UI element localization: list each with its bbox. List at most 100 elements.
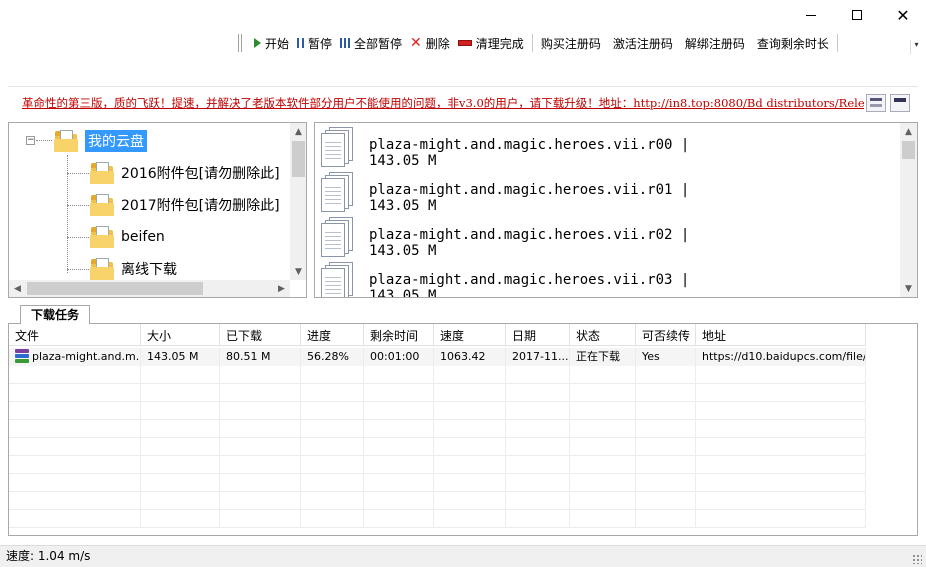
unbind-code-button[interactable]: 解绑注册码 [681,33,749,53]
column-header-size[interactable]: 大小 [141,324,220,346]
tree-vertical-scrollbar[interactable]: ▲ ▼ [290,123,306,280]
file-list-scrollbar[interactable]: ▲ ▼ [900,123,917,297]
empty-table-row [9,510,866,528]
grid-header: 文件 大小 已下载 进度 剩余时间 速度 日期 状态 可否续传 地址 [9,324,866,346]
tree-item-label: beifen [121,229,165,245]
empty-cell [364,402,434,420]
resize-grip-icon[interactable] [912,554,922,564]
scroll-up-icon[interactable]: ▲ [290,123,306,140]
empty-cell [141,384,220,402]
scroll-left-icon[interactable]: ◀ [9,280,26,297]
empty-cell [220,510,301,528]
file-list[interactable]: plaza-might.and.magic.heroes.vii.r00 | 14… [314,122,918,298]
column-header-url[interactable]: 地址 [696,324,866,346]
cell-status: 正在下载 [570,348,636,366]
list-item[interactable]: plaza-might.and.magic.heroes.vii.r01 | 14… [321,172,689,216]
column-header-progress[interactable]: 进度 [301,324,364,346]
clear-icon [457,40,472,46]
toolbar-grip[interactable] [238,34,242,52]
empty-cell [9,456,141,474]
list-item[interactable]: plaza-might.and.magic.heroes.vii.r03 | 14… [321,262,690,297]
speed-status: 速度: 1.04 m/s [6,549,91,563]
empty-cell [570,438,636,456]
empty-cell [636,492,696,510]
column-header-resumable[interactable]: 可否续传 [636,324,696,346]
empty-cell [220,384,301,402]
tree-item-root[interactable]: 我的云盘 [53,125,147,157]
document-icon [321,172,357,212]
file-size: 143.05 M [369,243,437,259]
tree-item-beifen[interactable]: beifen [89,221,165,253]
empty-cell [570,456,636,474]
folder-tree[interactable]: − 我的云盘 2016附件包[请勿删除此] 2017附件包[请勿删除此] bei… [8,122,307,298]
empty-cell [364,510,434,528]
empty-cell [364,366,434,384]
pause-icon [297,38,305,48]
empty-cell [570,510,636,528]
table-row[interactable]: plaza-might.and.m... 143.05 M 80.51 M 56… [9,348,866,366]
scroll-down-icon[interactable]: ▼ [290,263,306,280]
empty-cell [301,492,364,510]
notice-tool-button-2[interactable] [890,94,910,112]
delete-button[interactable]: ✕ 删除 [406,33,454,53]
tree-item-2017[interactable]: 2017附件包[请勿删除此] [89,189,280,221]
download-grid[interactable]: 文件 大小 已下载 进度 剩余时间 速度 日期 状态 可否续传 地址 plaza… [8,324,918,536]
scroll-right-icon[interactable]: ▶ [273,280,290,297]
empty-cell [506,492,570,510]
empty-cell [506,456,570,474]
empty-cell [301,456,364,474]
scroll-thumb[interactable] [27,282,203,295]
notice-link[interactable]: 革命性的第三版，质的飞跃！提速，并解决了老版本软件部分用户不能使用的问题，非v3… [22,95,864,111]
delete-label: 删除 [425,36,450,51]
empty-cell [506,384,570,402]
column-header-speed[interactable]: 速度 [434,324,506,346]
minimize-button[interactable] [788,0,834,30]
scroll-up-icon[interactable]: ▲ [900,123,917,140]
empty-table-row [9,492,866,510]
scroll-down-icon[interactable]: ▼ [900,280,917,297]
folder-icon [53,128,79,154]
file-name: plaza-might.and.magic.heroes.vii.r03 | [369,272,690,288]
empty-cell [506,366,570,384]
activate-code-button[interactable]: 激活注册码 [609,33,677,53]
toolbar-overflow-button[interactable]: ▾ [910,40,922,54]
column-header-remaining[interactable]: 剩余时间 [364,324,434,346]
document-icon [321,262,357,297]
buy-code-button[interactable]: 购买注册码 [537,33,605,53]
list-item[interactable]: plaza-might.and.magic.heroes.vii.r00 | 14… [321,127,689,171]
list-item[interactable]: plaza-might.and.magic.heroes.vii.r02 | 14… [321,217,689,261]
document-icon [321,217,357,257]
empty-cell [9,366,141,384]
layout-icon [870,98,882,101]
column-header-status[interactable]: 状态 [570,324,636,346]
empty-cell [364,456,434,474]
maximize-button[interactable] [834,0,880,30]
column-header-date[interactable]: 日期 [506,324,570,346]
empty-table-row [9,474,866,492]
tree-collapse-toggle[interactable]: − [26,136,35,145]
empty-cell [141,438,220,456]
clear-done-button[interactable]: 清理完成 [454,33,528,53]
tab-download-tasks[interactable]: 下载任务 [20,305,91,325]
cell-remaining: 00:01:00 [364,348,434,366]
query-time-button[interactable]: 查询剩余时长 [753,33,833,53]
pause-button[interactable]: 暂停 [293,33,336,53]
notice-tool-button-1[interactable] [866,94,886,112]
empty-cell [364,492,434,510]
start-button[interactable]: 开始 [250,33,293,53]
pause-all-label: 全部暂停 [354,36,403,51]
scroll-thumb[interactable] [902,141,915,159]
empty-cell [696,456,866,474]
column-header-file[interactable]: 文件 [9,324,141,346]
empty-cell [9,510,141,528]
column-header-downloaded[interactable]: 已下载 [220,324,301,346]
scroll-thumb[interactable] [292,141,305,177]
tree-item-2016[interactable]: 2016附件包[请勿删除此] [89,157,280,189]
pause-all-button[interactable]: 全部暂停 [336,33,406,53]
empty-cell [434,420,506,438]
tree-horizontal-scrollbar[interactable]: ◀ ▶ [9,280,290,297]
empty-table-row [9,456,866,474]
empty-table-row [9,366,866,384]
cell-date: 2017-11... [506,348,570,366]
close-button[interactable]: ✕ [880,0,926,30]
